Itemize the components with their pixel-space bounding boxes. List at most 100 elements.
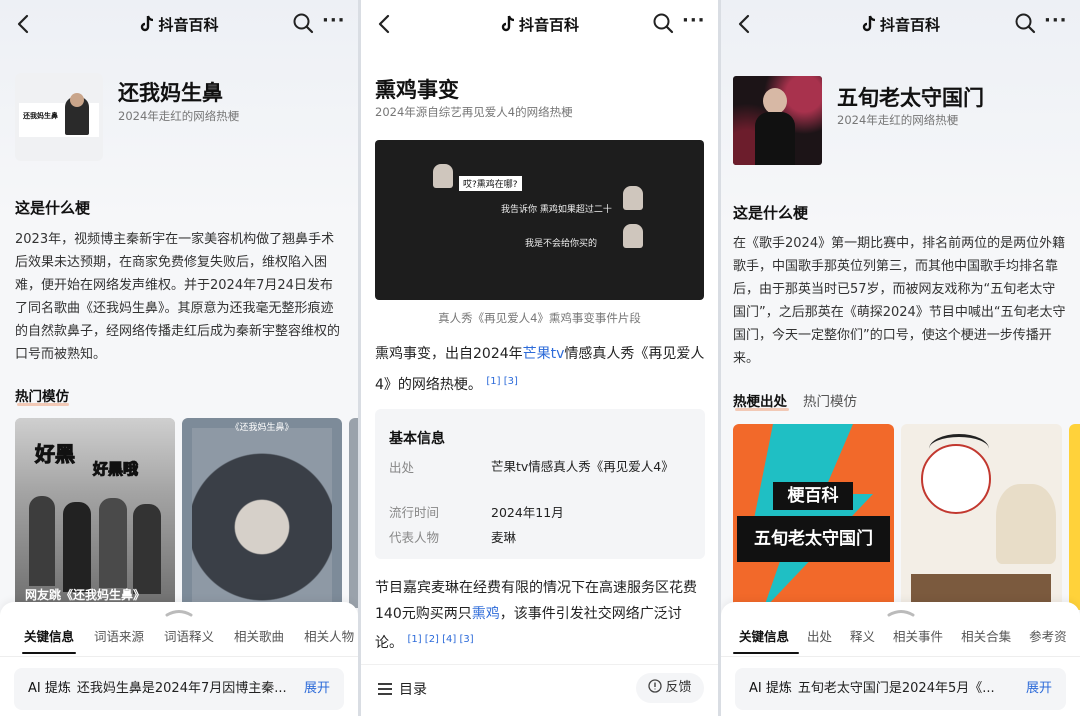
more-dots-icon[interactable]: ··· [682,12,705,34]
card-sticker-text: 好黑哦 [92,460,139,479]
tab-references[interactable]: 参考资 [1029,626,1067,645]
thumbnail-caption: 还我妈生鼻 [21,111,60,121]
tab-meme-origin[interactable]: 热梗出处 [733,390,787,410]
feedback-label: 反馈 [665,680,692,695]
info-key: 出处 [389,460,415,475]
toc-label: 目录 [399,682,427,698]
meme-description: 2023年，视频博主秦新宇在一家美容机构做了翘鼻手术后效果未达预期，在商家免费修… [15,232,341,362]
hot-tabs: 热梗出处 热门模仿 [733,390,857,410]
ai-summary[interactable]: AI 提炼 五旬老太守国门是2024年5月《... 展开 [735,668,1066,710]
panel-wu-xun-lao-tai: 抖音百科 ··· 五旬老太守国门 2024年走红的网络热梗 这是什么梗 在《歌手… [721,0,1080,716]
expand-button[interactable]: 展开 [1021,668,1052,710]
link-xun-ji[interactable]: 熏鸡 [472,606,500,622]
top-bar: 抖音百科 ··· [721,0,1080,48]
card-caption: 网友跳《还我妈生鼻》 [25,588,146,602]
intro-text: 熏鸡事变，出自2024年 [375,346,523,362]
info-title: 基本信息 [389,431,445,447]
entry-thumbnail[interactable] [733,76,822,165]
tab-meaning[interactable]: 释义 [850,626,875,645]
ai-summary-text: 五旬老太守国门是2024年5月《... [797,681,995,696]
section-title: 这是什么梗 [733,204,809,222]
page-title: 五旬老太守国门 [837,85,984,110]
ai-label: AI 提炼 [749,681,792,696]
tab-related-songs[interactable]: 相关歌曲 [234,626,284,645]
bottom-sheet: 关键信息 出处 释义 相关事件 相关合集 参考资 AI 提炼 五旬老太守国门是20… [721,602,1080,716]
feedback-button[interactable]: 反馈 [636,673,704,703]
page-title: 还我妈生鼻 [118,80,223,105]
info-key: 流行时间 [389,505,440,520]
imitation-card-3[interactable] [349,418,358,608]
section-title: 这是什么梗 [15,199,91,217]
sheet-handle-icon[interactable] [164,607,194,617]
avatar [433,164,453,188]
page-title: 熏鸡事变 [375,77,459,102]
origin-card-2[interactable] [901,424,1062,610]
tab-key-info[interactable]: 关键信息 [739,626,789,645]
reference-links[interactable]: [1] [2] [4] [3] [407,634,473,645]
ai-label: AI 提炼 [28,681,71,696]
reference-links[interactable]: [1] [3] [486,376,518,387]
origin-card-3[interactable] [1069,424,1080,610]
douyin-logo-icon [501,15,515,32]
avatar [623,186,643,210]
hot-tabs: 热门模仿 [15,385,69,405]
tab-underline [17,403,69,406]
tab-word-origin[interactable]: 词语来源 [94,626,144,645]
top-bar: 抖音百科 ··· [361,0,718,48]
search-icon[interactable] [292,12,314,34]
tab-hot-imitation[interactable]: 热门模仿 [15,385,69,405]
video-subtitle-1: 哎?熏鸡在哪? [459,176,522,191]
toc-button[interactable]: 目录 [377,679,427,699]
origin-card-1[interactable]: 梗百科 五旬老太守国门 [733,424,894,610]
active-tab-indicator [733,652,799,654]
video-caption: 真人秀《再见爱人4》熏鸡事变事件片段 [438,311,641,325]
tab-related-events[interactable]: 相关事件 [893,626,943,645]
tab-word-meaning[interactable]: 词语释义 [164,626,214,645]
divider [721,656,1080,657]
info-value: 2024年11月 [491,505,564,520]
more-dots-icon[interactable]: ··· [322,12,345,34]
intro-paragraph: 熏鸡事变，出自2024年芒果tv情感真人秀《再见爱人4》的网络热梗。 [1] [… [375,341,705,399]
info-key: 代表人物 [389,530,440,545]
imitation-card-2[interactable]: 《还我妈生鼻》 [182,418,342,608]
tab-underline [735,408,789,411]
ai-summary[interactable]: AI 提炼 还我妈生鼻是2024年7月因博主秦... 展开 [14,668,344,710]
expand-button[interactable]: 展开 [299,668,330,710]
imitation-card-1[interactable]: 好黑 好黑哦 网友跳《还我妈生鼻》 [15,418,175,608]
more-dots-icon[interactable]: ··· [1044,12,1067,34]
app-name: 抖音百科 [158,16,219,34]
tab-hot-imitation[interactable]: 热门模仿 [803,390,857,410]
basic-info-card: 基本信息 出处 芒果tv情感真人秀《再见爱人4》 流行时间 2024年11月 代… [375,409,705,559]
link-mango-tv[interactable]: 芒果tv [523,346,565,362]
tab-related-people[interactable]: 相关人物 [304,626,354,645]
bottom-sheet: 关键信息 词语来源 词语释义 相关歌曲 相关人物 AI 提炼 还我妈生鼻是2024… [0,602,358,716]
sheet-tabs: 关键信息 词语来源 词语释义 相关歌曲 相关人物 [0,626,358,645]
tab-related-collections[interactable]: 相关合集 [961,626,1011,645]
card-sticker-text: 好黑 [35,442,76,467]
search-icon[interactable] [652,12,674,34]
active-tab-indicator [22,652,76,654]
avatar [623,224,643,248]
bottom-bar: 目录 反馈 [361,664,718,716]
app-name: 抖音百科 [879,16,940,34]
page-subtitle: 2024年源自综艺再见爱人4的网络热梗 [375,105,573,119]
douyin-logo-icon [141,15,154,32]
divider [0,656,358,657]
card-top-text: 《还我妈生鼻》 [230,423,294,433]
meme-description: 在《歌手2024》第一期比赛中，排名前两位的是两位外籍歌手，中国歌手那英位列第三… [733,236,1066,366]
panel-xun-ji-shi-bian: 抖音百科 ··· 熏鸡事变 2024年源自综艺再见爱人4的网络热梗 哎?熏鸡在哪… [361,0,718,716]
page-subtitle: 2024年走红的网络热梗 [837,113,959,127]
sheet-tabs: 关键信息 出处 释义 相关事件 相关合集 参考资 [721,626,1080,645]
ai-summary-text: 还我妈生鼻是2024年7月因博主秦... [76,681,287,696]
info-value: 麦琳 [491,530,517,545]
video-clip[interactable]: 哎?熏鸡在哪? 我告诉你 熏鸡如果超过二十 我是不会给你买的 [375,140,704,300]
top-bar: 抖音百科 ··· [0,0,358,48]
sheet-handle-icon[interactable] [886,607,916,617]
info-value: 芒果tv情感真人秀《再见爱人4》 [491,459,674,474]
entry-thumbnail[interactable]: 还我妈生鼻 [15,73,103,161]
feedback-icon [648,679,663,693]
tab-origin[interactable]: 出处 [807,626,832,645]
search-icon[interactable] [1014,12,1036,34]
tab-key-info[interactable]: 关键信息 [24,626,74,645]
panel-huan-wo-ma-sheng-bi: 抖音百科 ··· 还我妈生鼻 还我妈生鼻 2024年走红的网络热梗 这是什么梗 … [0,0,358,716]
